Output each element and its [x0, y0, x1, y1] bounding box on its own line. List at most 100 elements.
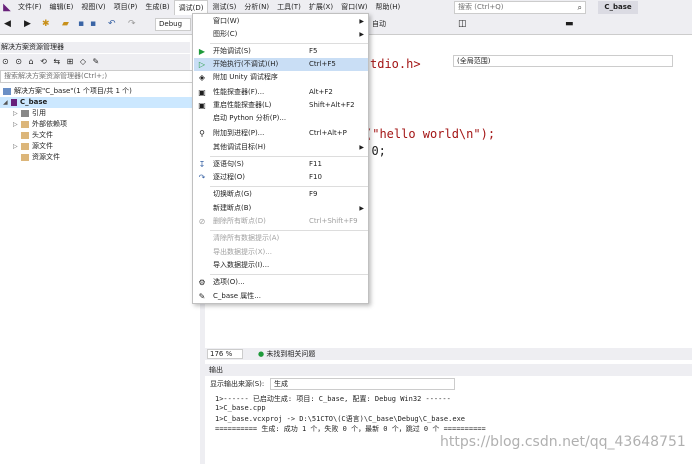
menu-item-export-datatips[interactable]: 导出数据提示(X)... — [194, 246, 368, 259]
item-label: 开始执行(不调试)(H) — [213, 60, 279, 68]
folder-icon — [21, 142, 29, 150]
solution-explorer-search[interactable]: 搜索解决方案资源管理器(Ctrl+;) — [0, 70, 200, 83]
redo-icon[interactable]: ↷ — [128, 18, 136, 31]
item-label: 图形(C) — [213, 30, 238, 38]
output-source-dropdown[interactable]: 生成 — [270, 378, 455, 390]
menu-item-restart-profiler[interactable]: ▣ 重启性能探查器(L) Shift+Alt+F2 — [194, 99, 368, 112]
output-source-label: 显示输出来源(S): — [210, 380, 265, 388]
tree-solution[interactable]: 解决方案"C_base"(1 个项目/共 1 个) — [3, 86, 132, 97]
solution-explorer-title: 解决方案资源管理器 — [0, 42, 190, 53]
submenu-arrow-icon: ▶ — [359, 144, 364, 151]
item-shortcut: Ctrl+F5 — [309, 60, 336, 68]
item-label: 性能探查器(F)... — [213, 88, 265, 96]
solution-icon — [3, 87, 11, 95]
item-label: C_base 属性... — [213, 292, 261, 300]
collapse-icon[interactable]: ◢ — [3, 97, 11, 108]
tree-label: 解决方案"C_base"(1 个项目/共 1 个) — [14, 87, 132, 95]
bookmark-icon[interactable]: ▬ — [565, 18, 574, 31]
menu-item-attach-unity[interactable]: ◈ 附加 Unity 调试程序 — [194, 71, 368, 84]
menu-project[interactable]: 项目(P) — [110, 0, 142, 15]
play-icon: ▶ — [198, 47, 206, 56]
menu-item-step-over[interactable]: ↷ 逐过程(O) F10 — [194, 171, 368, 184]
run-mode-label[interactable]: 自动 — [372, 19, 386, 29]
tree-label: 资源文件 — [32, 153, 60, 161]
item-shortcut: Ctrl+Alt+P — [309, 129, 347, 137]
menu-separator — [210, 43, 368, 44]
profiler-restart-icon: ▣ — [198, 101, 206, 110]
submenu-arrow-icon: ▶ — [359, 31, 364, 38]
menu-item-other-targets[interactable]: 其他调试目标(H) ▶ — [194, 141, 368, 154]
menu-item-clear-datatips[interactable]: 清除所有数据提示(A) — [194, 232, 368, 245]
back-icon[interactable]: ◀ — [4, 18, 11, 31]
item-label: 其他调试目标(H) — [213, 143, 266, 151]
item-shortcut: Ctrl+Shift+F9 — [309, 217, 358, 225]
solution-explorer-toolbar-icons[interactable]: ⊙ ⊙ ⌂ ⟲ ⇆ ⊞ ◇ ✎ — [0, 54, 190, 70]
menu-item-start-without-debugging[interactable]: ▷ 开始执行(不调试)(H) Ctrl+F5 — [194, 58, 368, 71]
tree-references[interactable]: ▷ 引用 — [13, 108, 46, 119]
item-label: 导入数据提示(I)... — [213, 261, 270, 269]
item-label: 切换断点(G) — [213, 190, 252, 198]
toolbar-misc-icon[interactable]: ◫ — [458, 18, 467, 31]
menu-item-delete-all-breakpoints[interactable]: ⊘ 删除所有断点(D) Ctrl+Shift+F9 — [194, 215, 368, 228]
references-icon — [21, 109, 29, 117]
item-label: 逐语句(S) — [213, 160, 244, 168]
search-input[interactable]: 搜索 (Ctrl+Q) ⌕ — [454, 1, 586, 14]
item-label: 清除所有数据提示(A) — [213, 234, 280, 242]
menu-item-import-datatips[interactable]: 导入数据提示(I)... — [194, 259, 368, 272]
item-shortcut: F11 — [309, 160, 322, 168]
play-outline-icon: ▷ — [198, 60, 206, 69]
new-project-icon[interactable]: ✱ — [42, 18, 50, 31]
output-line: 1>C_base.vcxproj -> D:\51CTO\(C语言)\C_bas… — [215, 415, 466, 423]
menu-item-profiler[interactable]: ▣ 性能探查器(F)... Alt+F2 — [194, 86, 368, 99]
menu-help[interactable]: 帮助(H) — [371, 0, 404, 15]
tree-external-deps[interactable]: ▷ 外部依赖项 — [13, 119, 67, 130]
tree-source-files[interactable]: ▷ 源文件 — [13, 141, 53, 152]
expand-icon[interactable]: ▷ — [13, 108, 21, 119]
zoom-dropdown[interactable]: 176 % — [207, 349, 243, 359]
save-all-icon[interactable]: ▪ — [90, 18, 96, 31]
code-line: tdio.h> — [370, 57, 421, 71]
expand-icon[interactable]: ▷ — [13, 119, 21, 130]
menu-view[interactable]: 视图(V) — [77, 0, 109, 15]
delete-breakpoints-icon: ⊘ — [198, 217, 206, 226]
menu-item-step-into[interactable]: ↧ 逐语句(S) F11 — [194, 158, 368, 171]
menu-build[interactable]: 生成(B) — [141, 0, 173, 15]
menu-item-properties[interactable]: ✎ C_base 属性... — [194, 290, 368, 303]
item-shortcut: Shift+Alt+F2 — [309, 101, 355, 109]
save-icon[interactable]: ▪ — [78, 18, 84, 31]
menu-file[interactable]: 文件(F) — [14, 0, 46, 15]
issues-status[interactable]: ● 未找到相关问题 — [258, 349, 315, 359]
attach-icon: ⚲ — [199, 129, 205, 138]
search-placeholder: 搜索 (Ctrl+Q) — [458, 3, 504, 11]
menu-item-graphics[interactable]: 图形(C) ▶ — [194, 28, 368, 41]
menu-item-python-profiling[interactable]: 启动 Python 分析(P)... — [194, 112, 368, 125]
expand-icon[interactable]: ▷ — [13, 141, 21, 152]
profiler-icon: ▣ — [198, 88, 206, 97]
code-line: ("hello world\n"); — [365, 127, 496, 141]
menu-item-attach-process[interactable]: ⚲ 附加到进程(P)... Ctrl+Alt+P — [194, 127, 368, 140]
step-into-icon: ↧ — [198, 160, 206, 169]
menu-item-new-breakpoint[interactable]: 新建断点(B) ▶ — [194, 202, 368, 215]
watermark: https://blog.csdn.net/qq_43648751 — [440, 434, 686, 450]
item-shortcut: Alt+F2 — [309, 88, 333, 96]
menu-separator — [210, 274, 368, 275]
menu-item-start-debugging[interactable]: ▶ 开始调试(S) F5 — [194, 45, 368, 58]
configuration-dropdown[interactable]: Debug — [155, 18, 191, 31]
tree-label: 源文件 — [32, 142, 53, 150]
tree-project[interactable]: ◢ C_base — [0, 97, 200, 108]
item-label: 启动 Python 分析(P)... — [213, 114, 287, 122]
solution-name-tab[interactable]: C_base — [598, 1, 638, 14]
folder-icon — [21, 131, 29, 139]
menu-separator — [210, 186, 368, 187]
item-label: 逐过程(O) — [213, 173, 245, 181]
menu-item-toggle-breakpoint[interactable]: 切换断点(G) F9 — [194, 188, 368, 201]
forward-icon[interactable]: ▶ — [24, 18, 31, 31]
scope-dropdown[interactable]: (全局范围) — [453, 55, 673, 67]
menu-item-options[interactable]: ⚙ 选项(O)... — [194, 276, 368, 289]
tree-resource-files[interactable]: 资源文件 — [21, 152, 60, 163]
undo-icon[interactable]: ↶ — [108, 18, 116, 31]
open-folder-icon[interactable]: ▰ — [62, 18, 69, 31]
menu-item-window[interactable]: 窗口(W) ▶ — [194, 15, 368, 28]
menu-edit[interactable]: 编辑(E) — [46, 0, 78, 15]
tree-header-files[interactable]: 头文件 — [21, 130, 53, 141]
